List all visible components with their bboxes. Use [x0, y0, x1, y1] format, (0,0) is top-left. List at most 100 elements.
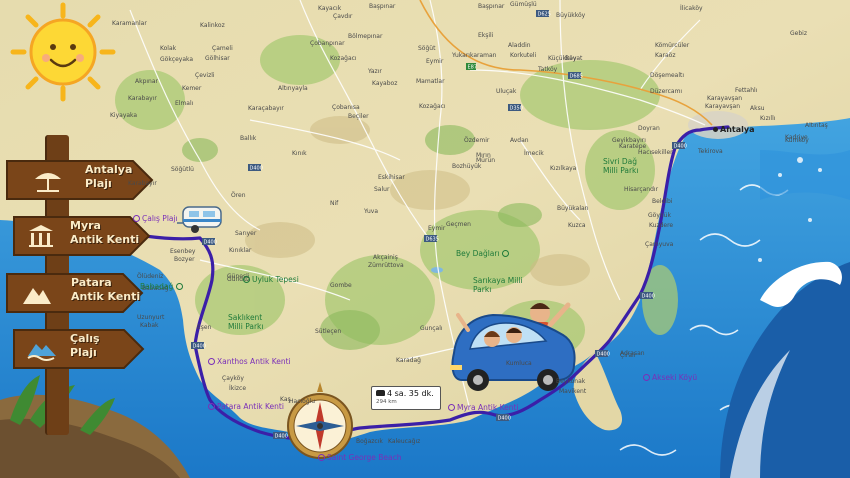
- mountain-icon: [23, 288, 51, 304]
- poi-label: Çalış Plajı: [142, 214, 178, 223]
- svg-text:D625: D625: [538, 12, 551, 18]
- poi-label: Xanthos Antik Kenti: [217, 357, 291, 366]
- town-label: Avdan: [510, 137, 529, 144]
- town-label: Söğüt: [418, 45, 436, 52]
- poi-sarikaya[interactable]: Sarıkaya Milli Parkı: [473, 276, 528, 294]
- location-pin-icon: [208, 358, 215, 365]
- svg-text:D400: D400: [204, 240, 217, 246]
- poi-saklikent[interactable]: Saklıkent Milli Parkı: [228, 313, 278, 331]
- waves-icon: [27, 344, 56, 361]
- town-label: Beldibi: [652, 198, 673, 205]
- town-label: Korkuteli: [510, 52, 537, 59]
- town-label: Fettahlı: [735, 87, 758, 94]
- ruins-icon: [29, 225, 53, 247]
- town-label: Gümüşlü: [510, 1, 537, 8]
- town-label: Ölüdeniz: [137, 273, 164, 280]
- poi-label: Saklıkent Milli Parkı: [228, 313, 264, 331]
- town-label: Karabayır: [128, 180, 157, 187]
- town-label: Kolak: [160, 45, 177, 52]
- town-label: Ören: [231, 192, 246, 199]
- town-label: Çıralı: [620, 352, 636, 359]
- town-label: Kalinkoz: [200, 22, 225, 29]
- town-label: Yazır: [368, 68, 382, 75]
- poi-label: Akseki Köyü: [652, 373, 698, 382]
- town-label: Karamanlar: [112, 20, 147, 27]
- sign-line1: Antalya: [85, 163, 133, 176]
- town-label: Ballık: [240, 135, 257, 142]
- sign-line2: Plajı: [85, 177, 112, 190]
- poi-saint-george-beach[interactable]: Saint George Beach: [318, 453, 401, 462]
- car-small-icon: [376, 390, 385, 396]
- map-canvas[interactable]: D400 D400 D400 D400 D400 D400 D400 D400 …: [0, 0, 850, 478]
- poi-babadag[interactable]: Babadağ: [140, 282, 185, 291]
- town-label: Sarıyer: [235, 230, 257, 237]
- location-pin-icon: [643, 374, 650, 381]
- town-label: Karadağ: [396, 357, 421, 364]
- city-antalya[interactable]: Antalya: [713, 125, 754, 134]
- poi-calis-plaji[interactable]: Çalış Plajı: [133, 214, 178, 223]
- town-label: Çobanısa: [332, 104, 360, 111]
- town-label: Kızılkaya: [550, 165, 577, 172]
- poi-xanthos[interactable]: Xanthos Antik Kenti: [208, 357, 291, 366]
- svg-text:D400: D400: [642, 294, 655, 300]
- poi-bey-daglari[interactable]: Bey Dağları: [456, 249, 511, 258]
- town-label: Söğütlü: [171, 166, 194, 173]
- poi-myra[interactable]: Myra Antik Kenti: [448, 403, 519, 412]
- town-label: Çevizli: [195, 72, 215, 79]
- town-label: Kadriye: [785, 134, 808, 141]
- town-label: Karaçabayır: [248, 105, 284, 112]
- town-label: Bayat: [565, 55, 583, 62]
- town-label: Ekşili: [478, 32, 494, 39]
- route-time: 4 sa. 35 dk.: [387, 389, 434, 398]
- poi-label: Uyluk Tepesi: [252, 275, 299, 284]
- poi-label: Saint George Beach: [327, 453, 402, 462]
- town-label: Hacısekiller: [638, 149, 673, 156]
- town-label: Özdemir: [464, 137, 490, 144]
- poi-label: Babadağ: [140, 282, 174, 291]
- svg-text:D635: D635: [426, 237, 439, 243]
- poi-patara[interactable]: Patara Antik Kenti: [208, 402, 284, 411]
- town-label: Bozyer: [174, 256, 195, 263]
- sun-icon: [10, 2, 116, 102]
- poi-uyluk-tepesi[interactable]: Uyluk Tepesi: [243, 275, 299, 284]
- town-label: Kuzca: [568, 222, 586, 229]
- location-pin-icon: [448, 404, 455, 411]
- location-pin-icon: [208, 403, 215, 410]
- poi-label: Patara Antik Kenti: [217, 402, 284, 411]
- poi-label: Sivri Dağ Milli Parkı: [603, 157, 639, 175]
- poi-label: Sarıkaya Milli Parkı: [473, 276, 523, 294]
- sign-line2: Antik Kenti: [71, 290, 141, 303]
- town-label: Hisarçandır: [624, 186, 659, 193]
- sign-patara-antik-kenti[interactable]: Patara Antik Kenti: [5, 271, 150, 315]
- town-label: Yuva: [364, 208, 379, 215]
- town-label: Kaleucağız: [388, 438, 421, 445]
- town-label: Beykonak: [556, 378, 586, 385]
- town-label: Döşemealtı: [650, 72, 685, 79]
- town-label: Beçiler: [348, 113, 369, 120]
- town-label: Zümrüttova: [368, 262, 404, 269]
- town-label: Eşen: [197, 324, 212, 331]
- town-label: Eskihisar: [378, 174, 405, 181]
- poi-sivri-dag[interactable]: Sivri Dağ Milli Parkı: [603, 157, 651, 175]
- town-label: Çobanpınar: [310, 40, 345, 47]
- town-label: Esenbey: [170, 248, 196, 255]
- town-label: Kınık: [292, 150, 307, 157]
- sign-calis-plaji[interactable]: Çalış Plajı: [12, 327, 157, 371]
- town-label: Gökçeyaka: [160, 56, 194, 63]
- svg-text:D400: D400: [193, 344, 206, 350]
- poi-label: Myra Antik Kenti: [457, 403, 519, 412]
- town-label: İkizce: [229, 385, 247, 392]
- town-label: Altınyayla: [278, 85, 308, 92]
- town-label: Düzercamı: [650, 88, 683, 95]
- town-label: Çameli: [212, 45, 233, 52]
- town-label: Gunçalı: [420, 325, 443, 332]
- sign-line2: Plajı: [70, 346, 97, 359]
- poi-akseki-koyu[interactable]: Akseki Köyü: [643, 373, 697, 382]
- town-label: Karabayır: [128, 95, 157, 102]
- svg-text:D400: D400: [250, 166, 263, 172]
- route-info-box[interactable]: 4 sa. 35 dk. 294 km: [371, 386, 441, 410]
- town-label: Geçmen: [446, 221, 471, 228]
- town-label: Kömürcüler: [655, 42, 690, 49]
- svg-text:D400: D400: [674, 144, 687, 150]
- town-label: Gölhisar: [205, 55, 230, 62]
